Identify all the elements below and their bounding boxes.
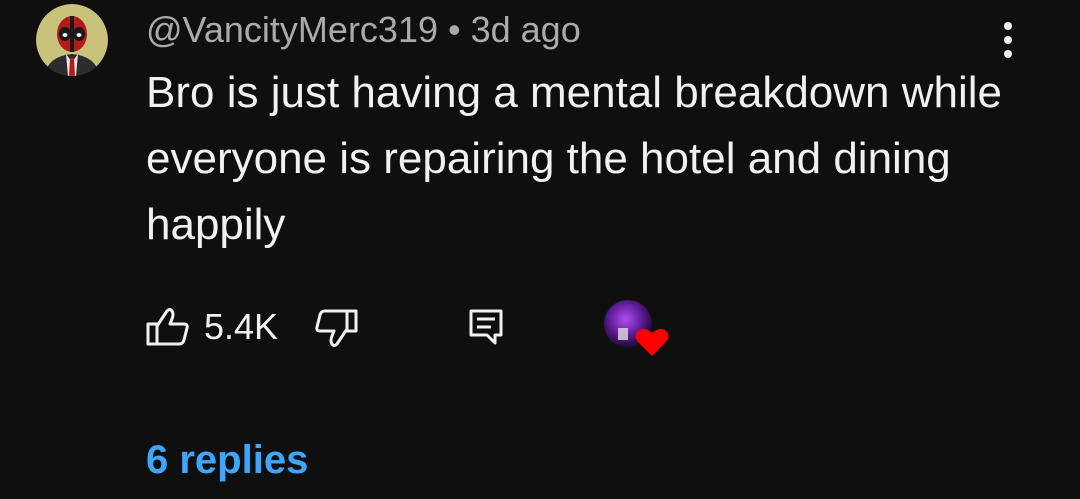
reply-comment-icon bbox=[469, 309, 503, 345]
header-separator: • bbox=[448, 9, 461, 50]
like-count: 5.4K bbox=[204, 306, 279, 347]
more-vertical-icon bbox=[1004, 22, 1012, 58]
comment-timestamp: 3d ago bbox=[470, 9, 581, 50]
more-options-button[interactable] bbox=[988, 18, 1028, 66]
deadpool-avatar-icon bbox=[36, 4, 108, 76]
thumbs-down-icon bbox=[315, 309, 358, 347]
view-replies-link[interactable]: 6 replies bbox=[146, 436, 308, 484]
comment-card: @VancityMerc319 • 3d ago Bro is just havin… bbox=[0, 0, 1080, 499]
comment-body: Bro is just having a mental breakdown wh… bbox=[146, 68, 1003, 249]
like-button[interactable]: 5.4K bbox=[146, 304, 278, 350]
author-avatar[interactable] bbox=[36, 4, 108, 76]
creator-heart-icon bbox=[604, 300, 669, 356]
thumbs-up-icon bbox=[146, 308, 189, 346]
dislike-button[interactable] bbox=[314, 308, 358, 348]
author-handle[interactable]: @VancityMerc319 bbox=[146, 9, 438, 50]
creator-heart-badge[interactable] bbox=[604, 298, 670, 358]
reply-button[interactable] bbox=[468, 308, 504, 346]
comment-header: @VancityMerc319 • 3d ago bbox=[146, 8, 581, 52]
